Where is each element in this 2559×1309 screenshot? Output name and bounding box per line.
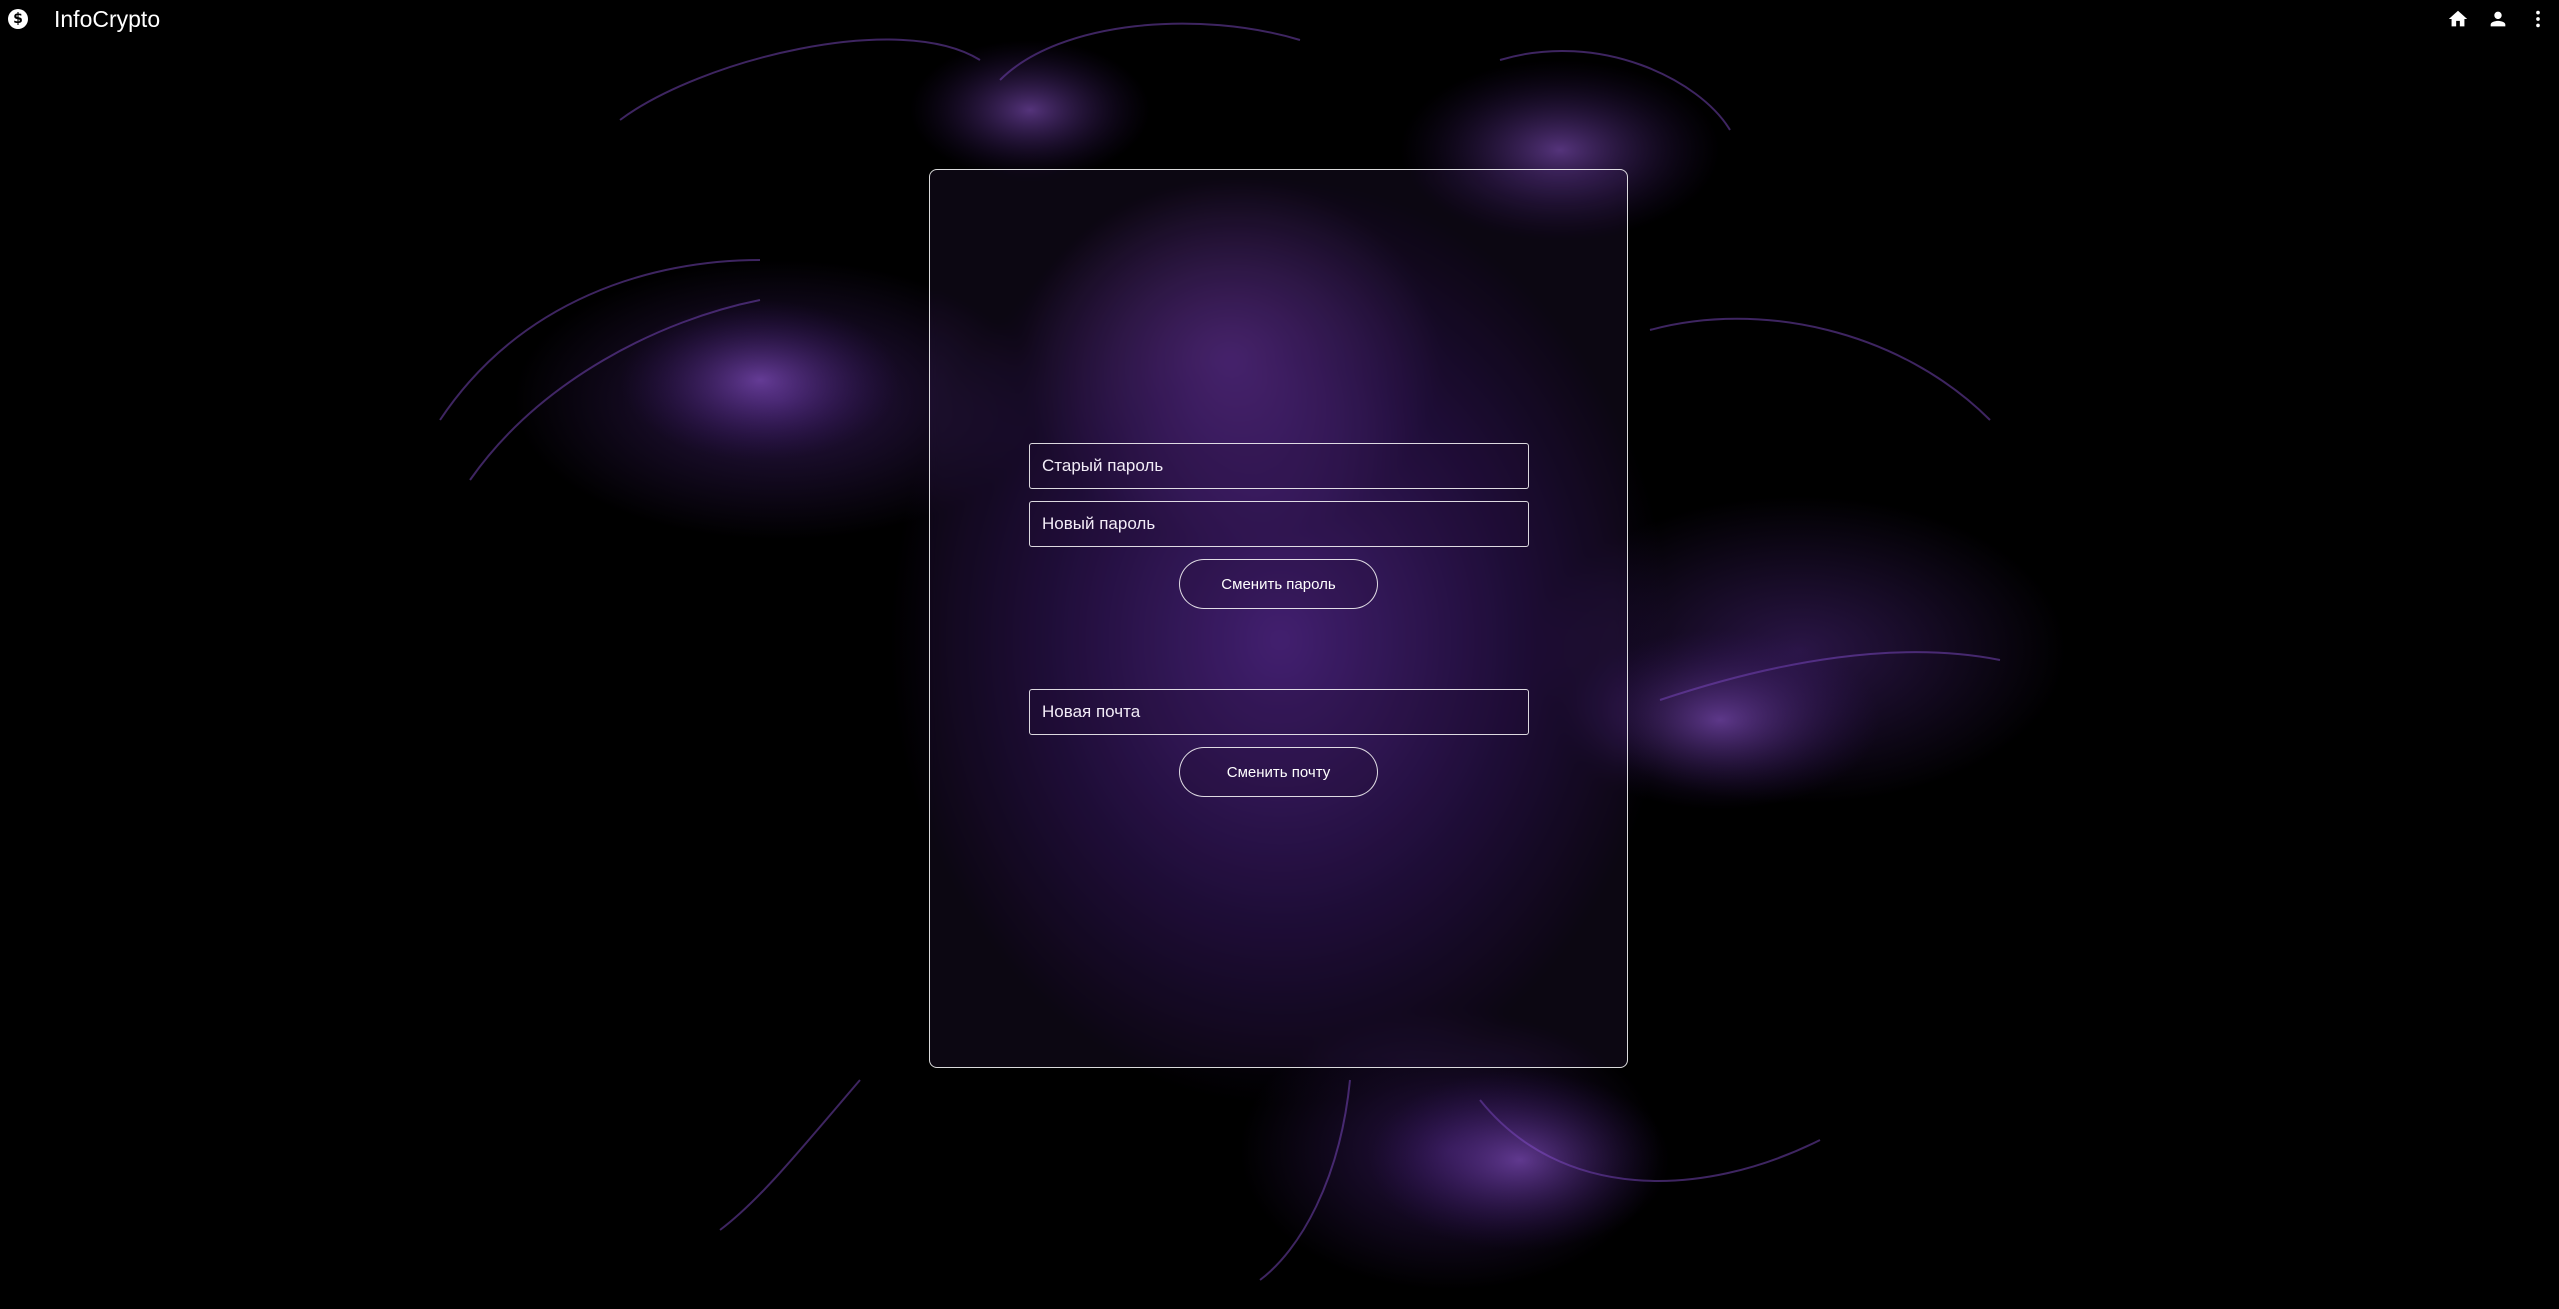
app-title[interactable]: InfoCrypto — [54, 6, 160, 33]
app-bar: $ InfoCrypto — [0, 0, 2559, 40]
app-bar-actions — [2445, 6, 2551, 32]
settings-panel: Сменить пароль Сменить почту — [929, 169, 1628, 1068]
change-email-button[interactable]: Сменить почту — [1179, 747, 1378, 797]
home-icon[interactable] — [2445, 6, 2471, 32]
change-password-button[interactable]: Сменить пароль — [1179, 559, 1378, 609]
new-email-input[interactable] — [1029, 689, 1529, 735]
account-icon[interactable] — [2485, 6, 2511, 32]
new-password-input[interactable] — [1029, 501, 1529, 547]
old-password-input[interactable] — [1029, 443, 1529, 489]
more-vert-icon[interactable] — [2525, 6, 2551, 32]
dollar-logo-icon: $ — [8, 9, 28, 29]
